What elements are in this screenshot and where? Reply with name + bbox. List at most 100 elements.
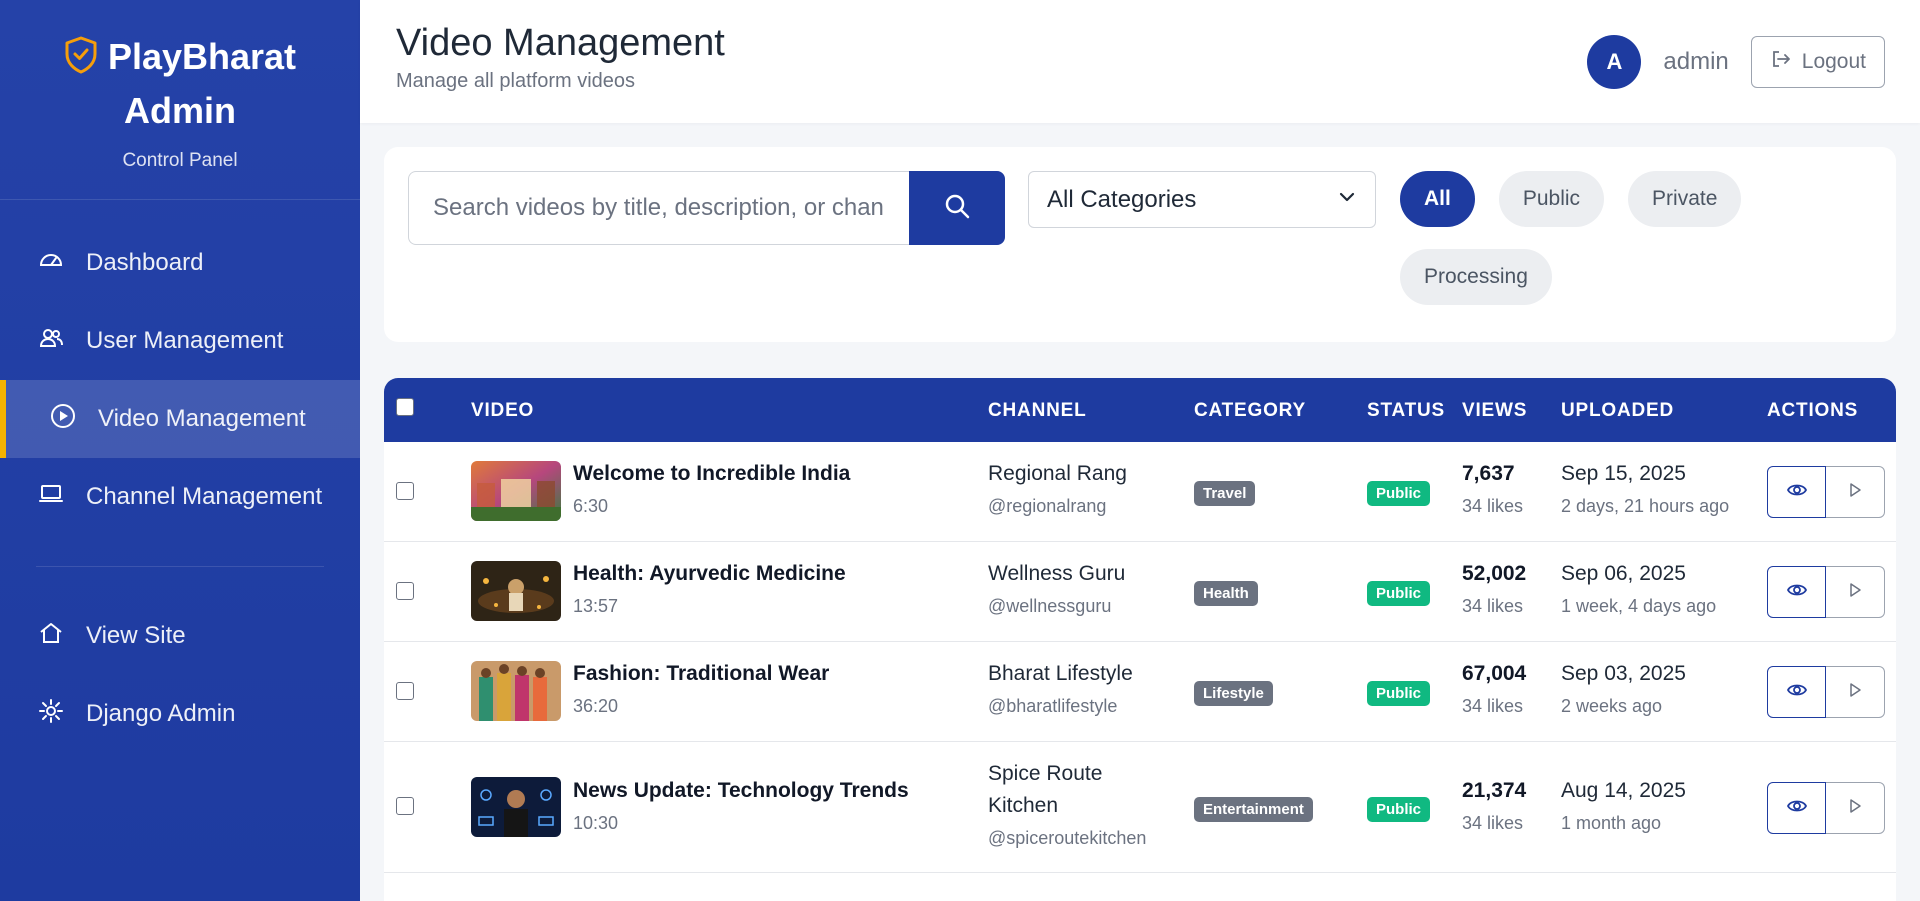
row-checkbox[interactable] [396,682,414,705]
sidebar-item-view-site[interactable]: View Site [0,597,360,675]
column-header-video: VIDEO [471,400,535,421]
logout-button[interactable]: Logout [1750,36,1885,88]
sidebar-item-dashboard[interactable]: Dashboard [0,224,360,302]
sidebar-item-label: Video Management [98,405,306,432]
eye-icon [1786,579,1808,606]
sidebar: PlayBharat Admin Control Panel Dashboard… [0,0,360,901]
top-header: Video Management Manage all platform vid… [360,0,1920,123]
laptop-icon [38,481,64,514]
channel-name[interactable]: Wellness Guru [988,558,1125,590]
channel-name[interactable]: Spice Route Kitchen [988,758,1158,822]
username: admin [1663,48,1729,75]
row-checkbox[interactable] [396,582,414,605]
channel-name[interactable]: Bharat Lifestyle [988,658,1133,690]
play-icon [1844,795,1866,822]
eye-icon [1786,795,1808,822]
search-icon [943,192,971,225]
sidebar-item-label: User Management [86,327,284,354]
brand-name: PlayBharat [107,36,297,77]
upload-relative: 2 days, 21 hours ago [1561,496,1730,516]
table-row: Fashion: Traditional Wear 36:20 Bharat L… [384,642,1896,742]
row-actions [1767,566,1885,618]
videos-table: VIDEO CHANNEL CATEGORY STATUS VIEWS UPLO… [384,378,1896,901]
upload-relative: 2 weeks ago [1561,696,1663,716]
upload-relative: 1 week, 4 days ago [1561,596,1717,616]
select-all-checkbox[interactable] [396,398,414,422]
filter-pill-processing[interactable]: Processing [1400,249,1552,305]
video-thumbnail[interactable] [471,661,561,721]
logout-label: Logout [1801,50,1866,73]
gear-icon [38,698,64,731]
sidebar-item-users[interactable]: User Management [0,302,360,380]
search-bar [408,171,1005,245]
nav-divider [36,566,324,567]
channel-handle: @regionalrang [988,496,1107,516]
column-header-views: VIEWS [1462,400,1528,421]
play-button[interactable] [1826,566,1885,618]
video-duration: 10:30 [573,813,619,833]
brand: PlayBharat Admin Control Panel [0,0,360,200]
row-checkbox[interactable] [396,797,414,820]
sidebar-item-videos[interactable]: Video Management [0,380,360,458]
video-thumbnail[interactable] [471,777,561,837]
play-icon [1844,679,1866,706]
filter-pill-private[interactable]: Private [1628,171,1742,227]
brand-subtitle: Control Panel [122,150,238,171]
status-badge: Public [1367,481,1431,506]
column-header-channel: CHANNEL [988,400,1087,421]
video-thumbnail[interactable] [471,561,561,621]
upload-relative: 1 month ago [1561,813,1662,833]
view-button[interactable] [1767,566,1826,618]
column-header-status: STATUS [1367,400,1445,421]
category-badge: Travel [1194,481,1256,506]
table-row: Welcome to Incredible India 6:30 Regiona… [384,442,1896,542]
table-header: VIDEO CHANNEL CATEGORY STATUS VIEWS UPLO… [384,378,1896,442]
home-icon [38,620,64,653]
likes-count: 34 likes [1462,696,1524,716]
view-button[interactable] [1767,666,1826,718]
video-title[interactable]: News Update: Technology Trends [573,779,909,803]
video-title[interactable]: Health: Ayurvedic Medicine [573,562,846,586]
likes-count: 34 likes [1462,496,1524,516]
user-menu: A admin Logout [1587,35,1885,89]
video-duration: 6:30 [573,496,609,516]
search-button[interactable] [909,171,1005,245]
sidebar-item-channels[interactable]: Channel Management [0,458,360,536]
filter-pill-public[interactable]: Public [1498,171,1605,227]
shield-check-icon [64,36,98,79]
page-subtitle: Manage all platform videos [396,70,636,92]
views-count: 52,002 [1462,562,1527,585]
upload-date: Aug 14, 2025 [1561,779,1686,802]
category-select-value: All Categories [1047,185,1197,213]
column-header-category: CATEGORY [1194,400,1306,421]
play-button[interactable] [1826,782,1885,834]
likes-count: 34 likes [1462,813,1524,833]
views-count: 7,637 [1462,462,1515,485]
play-button[interactable] [1826,666,1885,718]
filter-pill-all[interactable]: All [1400,171,1475,227]
sidebar-item-label: View Site [86,622,186,649]
category-select[interactable]: All Categories [1028,171,1376,228]
view-button[interactable] [1767,466,1826,518]
column-header-uploaded: UPLOADED [1561,400,1675,421]
avatar[interactable]: A [1587,35,1642,89]
table-row: Health: Ayurvedic Medicine 13:57 Wellnes… [384,542,1896,642]
row-checkbox[interactable] [396,482,414,505]
view-button[interactable] [1767,782,1826,834]
sidebar-item-django-admin[interactable]: Django Admin [0,675,360,753]
video-thumbnail[interactable] [471,461,561,521]
search-input[interactable] [408,171,909,245]
upload-date: Sep 06, 2025 [1561,562,1686,585]
video-title[interactable]: Welcome to Incredible India [573,462,850,486]
channel-handle: @spiceroutekitchen [988,828,1147,848]
play-icon [1844,479,1866,506]
channel-name[interactable]: Regional Rang [988,458,1127,490]
video-title[interactable]: Fashion: Traditional Wear [573,662,829,686]
category-badge: Lifestyle [1194,681,1273,706]
sidebar-nav: Dashboard User Management Video Manageme… [0,224,360,753]
play-button[interactable] [1826,466,1885,518]
brand-name-line2: Admin [124,90,236,131]
status-badge: Public [1367,681,1431,706]
eye-icon [1786,679,1808,706]
sidebar-item-label: Django Admin [86,700,236,727]
